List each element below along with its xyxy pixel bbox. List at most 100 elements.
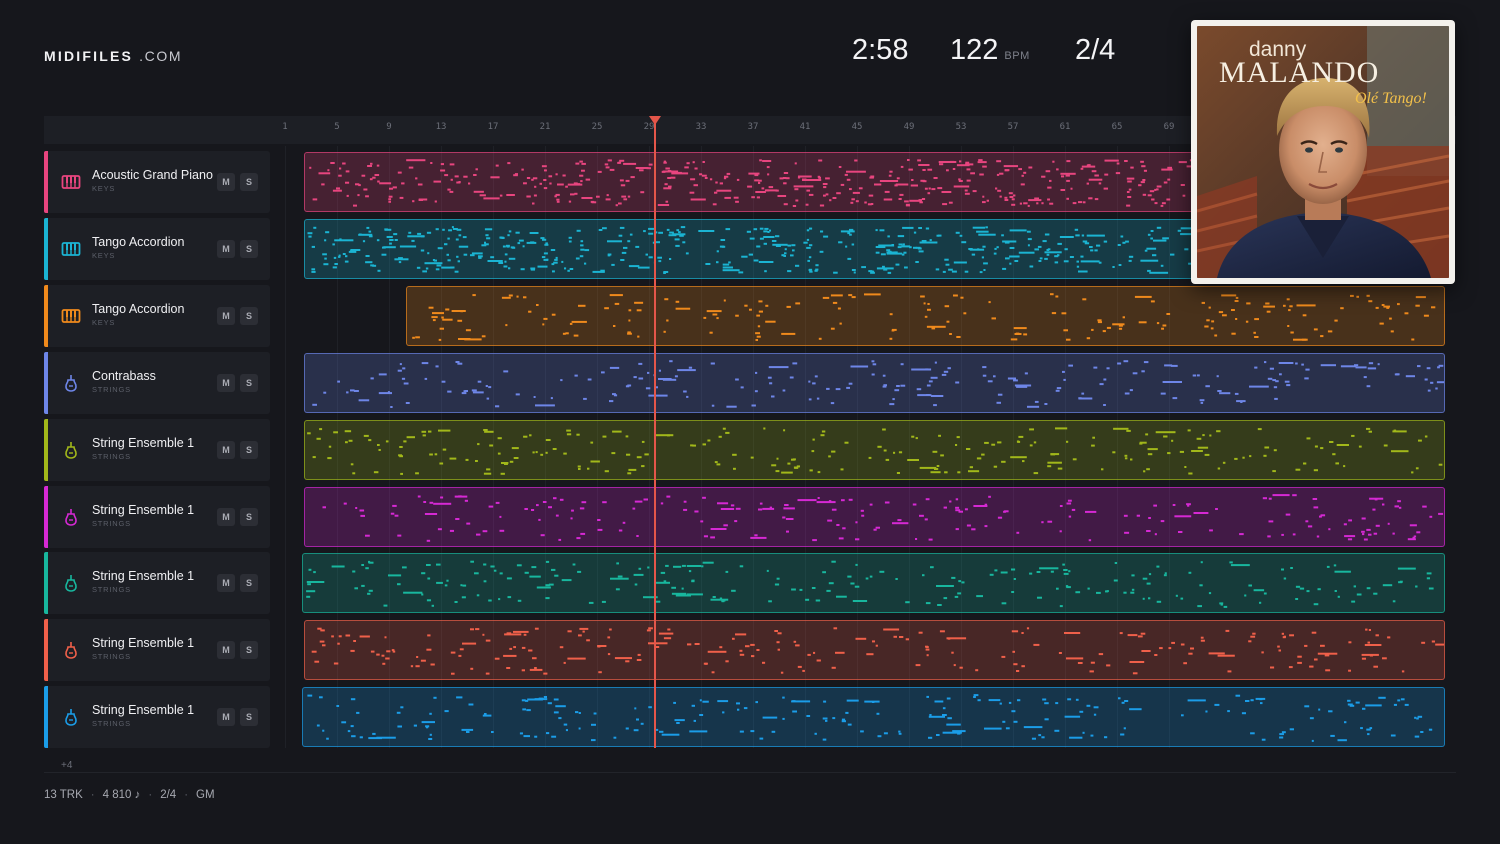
midi-note [975, 669, 979, 672]
midi-note [1241, 712, 1246, 715]
bar-tick-label: 65 [1111, 122, 1123, 132]
midi-note [1080, 167, 1084, 170]
midi-note [671, 586, 676, 589]
track-header[interactable]: String Ensemble 1 STRINGS M S [44, 552, 270, 614]
midi-note [792, 362, 798, 365]
midi-note [766, 569, 769, 572]
midi-note [447, 188, 451, 191]
midi-note [931, 188, 936, 191]
midi-note [871, 360, 875, 363]
mute-button[interactable]: M [217, 173, 235, 191]
midi-note [634, 500, 643, 503]
midi-note [838, 537, 844, 540]
solo-button[interactable]: S [240, 508, 258, 526]
midi-note [726, 172, 731, 175]
midi-note [1404, 312, 1409, 315]
midi-note [321, 183, 325, 186]
midi-note [478, 256, 482, 259]
midi-note [1222, 461, 1226, 464]
midi-note [1068, 570, 1071, 573]
midi-note [1387, 636, 1391, 639]
midi-note [678, 171, 682, 174]
solo-button[interactable]: S [240, 307, 258, 325]
track-header[interactable]: Tango Accordion KEYS M S [44, 285, 270, 347]
midi-note [331, 635, 334, 638]
midi-note [1327, 330, 1333, 333]
track-name: String Ensemble 1 [92, 636, 195, 650]
midi-note [434, 200, 437, 203]
site-logo[interactable]: MIDIFILES .COM [44, 48, 182, 64]
midi-note [556, 200, 560, 203]
midi-note [1222, 314, 1227, 317]
midi-note [1400, 698, 1405, 701]
midi-clip[interactable] [302, 687, 1445, 747]
midi-note [665, 167, 670, 170]
midi-note [971, 528, 976, 531]
mute-button[interactable]: M [217, 574, 235, 592]
midi-note [942, 270, 946, 273]
midi-note [751, 196, 755, 199]
midi-clip[interactable] [304, 620, 1445, 680]
midi-clip[interactable] [302, 553, 1445, 613]
midi-note [399, 446, 403, 448]
midi-note [1118, 327, 1123, 330]
mute-button[interactable]: M [217, 508, 235, 526]
midi-note [993, 252, 997, 255]
midi-note [717, 502, 729, 505]
mute-button[interactable]: M [217, 441, 235, 459]
solo-button[interactable]: S [240, 374, 258, 392]
track-header[interactable]: String Ensemble 1 STRINGS M S [44, 486, 270, 548]
track-header[interactable]: Contrabass STRINGS M S [44, 352, 270, 414]
solo-button[interactable]: S [240, 173, 258, 191]
midi-note [1249, 455, 1252, 458]
solo-button[interactable]: S [240, 240, 258, 258]
midi-note [421, 430, 427, 433]
midi-note [1392, 532, 1395, 535]
mute-button[interactable]: M [217, 307, 235, 325]
more-tracks-indicator[interactable]: +4 [61, 760, 72, 771]
track-header[interactable]: String Ensemble 1 STRINGS M S [44, 419, 270, 481]
midi-note [1041, 175, 1046, 178]
solo-button[interactable]: S [240, 641, 258, 659]
track-header[interactable]: String Ensemble 1 STRINGS M S [44, 686, 270, 748]
track-header[interactable]: String Ensemble 1 STRINGS M S [44, 619, 270, 681]
midi-note [714, 461, 718, 464]
mute-button[interactable]: M [217, 374, 235, 392]
midi-note [979, 271, 983, 274]
solo-button[interactable]: S [240, 708, 258, 726]
midi-note [1148, 517, 1151, 519]
midi-note [543, 672, 548, 675]
midi-note [537, 265, 548, 268]
playhead[interactable] [654, 122, 656, 748]
midi-note [1328, 528, 1331, 531]
midi-note [846, 699, 859, 702]
midi-note [1365, 704, 1382, 707]
midi-clip[interactable] [304, 487, 1445, 547]
bar-tick-label: 45 [851, 122, 863, 132]
midi-note [403, 382, 409, 385]
midi-note [983, 262, 988, 265]
midi-note [1009, 229, 1027, 232]
midi-note [1021, 632, 1024, 634]
midi-note [794, 162, 797, 165]
mute-button[interactable]: M [217, 240, 235, 258]
mute-button[interactable]: M [217, 641, 235, 659]
midi-clip[interactable] [304, 353, 1445, 413]
midi-note [943, 597, 948, 600]
midi-note [384, 636, 387, 639]
midi-note [793, 640, 797, 643]
solo-button[interactable]: S [240, 441, 258, 459]
midi-note [759, 159, 762, 162]
solo-button[interactable]: S [240, 574, 258, 592]
midi-note [1200, 636, 1204, 639]
track-header[interactable]: Tango Accordion KEYS M S [44, 218, 270, 280]
track-header[interactable]: Acoustic Grand Piano KEYS M S [44, 151, 270, 213]
midi-note [928, 715, 945, 718]
midi-note [307, 432, 311, 435]
midi-note [925, 227, 930, 230]
midi-note [1182, 194, 1186, 197]
mute-button[interactable]: M [217, 708, 235, 726]
midi-clip[interactable] [406, 286, 1445, 346]
midi-note [1325, 669, 1331, 672]
midi-clip[interactable] [304, 420, 1445, 480]
